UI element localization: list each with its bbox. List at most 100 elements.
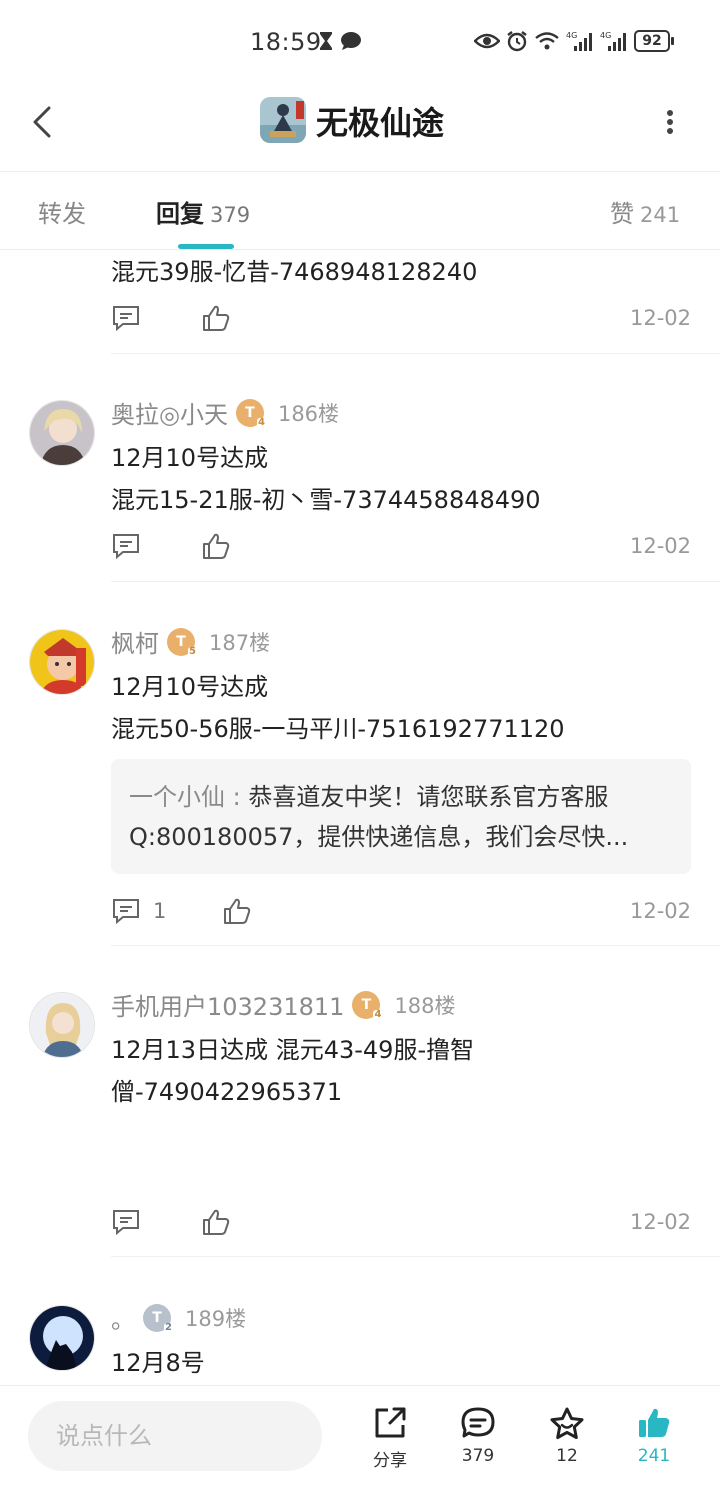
level-badge: T4 [352, 990, 383, 1020]
level-letter: T [361, 996, 372, 1013]
divider [111, 353, 720, 354]
reply-text: 混元39服-忆昔-7468948128240 [111, 258, 478, 286]
tab-bar: 转发 回复 379 赞 241 [0, 172, 720, 250]
username[interactable]: 。 [111, 1300, 135, 1335]
reply-text: 僧-7490422965371 [111, 1078, 343, 1106]
divider [111, 1256, 720, 1257]
comment-button[interactable]: 1 [111, 897, 166, 925]
avatar[interactable] [29, 1305, 95, 1371]
header-bar: 无极仙途 [0, 80, 720, 172]
wifi-icon [535, 32, 559, 50]
game-logo-icon [260, 97, 306, 143]
tab-like[interactable]: 赞 241 [610, 194, 680, 229]
like-button[interactable] [201, 304, 231, 336]
share-icon [375, 1407, 406, 1438]
share-button[interactable]: 分享 [360, 1406, 420, 1471]
level-letter: T [152, 1309, 162, 1326]
reply-date: 12-02 [629, 306, 691, 330]
tab-like-label: 赞 [610, 200, 634, 228]
star-icon [550, 1407, 584, 1439]
tab-forward[interactable]: 转发 [38, 194, 86, 229]
avatar[interactable] [29, 992, 95, 1058]
status-notification-icons [318, 31, 362, 51]
status-system-icons: 4G 4G 92 [474, 30, 674, 52]
comment-icon [113, 899, 139, 925]
favorites-count: 12 [556, 1446, 578, 1466]
thumbs-up-icon [203, 533, 230, 559]
level-badge: T5 [167, 627, 197, 657]
reply-list[interactable]: 混元39服-忆昔-7468948128240 12-02 奥拉◎小天 T4 18… [0, 250, 720, 1385]
like-button[interactable] [201, 532, 231, 564]
alarm-icon [507, 31, 527, 52]
favorite-button[interactable]: 12 [537, 1406, 597, 1466]
reply-meta: 枫柯 T5 187楼 [111, 624, 270, 659]
sub-reply-author[interactable]: 一个小仙 : [129, 783, 248, 811]
divider [111, 581, 720, 582]
reply-meta: 。 T2 189楼 [111, 1300, 246, 1335]
comment-bubble-icon [461, 1407, 495, 1438]
reply-date: 12-02 [629, 534, 691, 558]
clock-time: 18:59 [250, 28, 322, 56]
reply-actions: 12-02 [111, 1204, 691, 1244]
page-title: 无极仙途 [316, 104, 445, 142]
username[interactable]: 手机用户103231811 [111, 987, 344, 1022]
reply-text: 混元50-56服-一马平川-7516192771120 [111, 715, 565, 743]
reply-actions: 12-02 [111, 528, 691, 568]
bottom-action-bar: 说点什么 分享 379 12 241 [0, 1385, 720, 1485]
active-tab-indicator [178, 244, 234, 249]
comment-button[interactable] [111, 1208, 141, 1236]
cell-signal-icon-2: 4G [600, 31, 626, 51]
more-vertical-icon [667, 110, 673, 134]
level-number: 4 [373, 1008, 383, 1020]
level-number: 4 [256, 416, 266, 428]
reply-meta: 手机用户103231811 T4 188楼 [111, 987, 456, 1022]
reply-text: 混元15-21服-初丶雪-7374458848490 [111, 486, 541, 514]
reply-date: 12-02 [629, 899, 691, 923]
avatar[interactable] [29, 400, 95, 466]
floor-number: 186楼 [277, 401, 340, 426]
like-button[interactable] [201, 1208, 231, 1240]
thumbs-up-icon [224, 898, 251, 924]
tab-reply[interactable]: 回复 379 [156, 194, 250, 229]
level-badge: T4 [235, 398, 266, 428]
sub-reply-text-line2: Q:800180057，提供快递信息，我们会尽快... [129, 823, 629, 851]
sub-reply-preview[interactable]: 一个小仙 : 恭喜道友中奖！请您联系官方客服 Q:800180057，提供快递信… [111, 759, 691, 874]
level-letter: T [245, 404, 255, 421]
reply-actions: 12-02 [111, 300, 691, 340]
comment-button[interactable] [111, 304, 141, 332]
sub-reply-line: 一个小仙 : 恭喜道友中奖！请您联系官方客服 [129, 777, 673, 817]
avatar[interactable] [29, 629, 95, 695]
svg-text:4G: 4G [600, 31, 611, 40]
comment-input[interactable]: 说点什么 [28, 1401, 322, 1471]
cell-signal-icon: 4G [566, 31, 592, 51]
reply-text: 12月10号达成 [111, 673, 269, 701]
tab-like-count: 241 [640, 203, 681, 227]
back-button[interactable] [22, 102, 62, 142]
status-bar: 18:59 4G 4G 92 [0, 0, 720, 80]
comments-count: 379 [461, 1446, 495, 1466]
battery-indicator: 92 [634, 30, 674, 52]
tab-reply-count: 379 [210, 203, 251, 227]
eye-icon [474, 33, 500, 49]
thumbs-up-filled-icon [639, 1408, 670, 1437]
reply-actions: 1 12-02 [111, 893, 691, 933]
username[interactable]: 奥拉◎小天 [111, 395, 228, 430]
like-button[interactable] [222, 897, 252, 929]
level-number: 2 [164, 1321, 173, 1333]
sub-reply-text: 恭喜道友中奖！请您联系官方客服 [248, 783, 609, 811]
comment-button[interactable] [111, 532, 141, 560]
svg-text:4G: 4G [566, 31, 577, 40]
divider [111, 945, 720, 946]
comment-count: 1 [153, 899, 167, 923]
likes-count: 241 [637, 1446, 671, 1466]
comments-button[interactable]: 379 [448, 1406, 508, 1466]
reply-meta: 奥拉◎小天 T4 186楼 [111, 395, 339, 430]
hourglass-icon [320, 32, 332, 50]
tab-reply-label: 回复 [156, 200, 204, 228]
floor-number: 189楼 [185, 1306, 247, 1331]
thumbs-up-icon [203, 1209, 230, 1235]
like-post-button[interactable]: 241 [624, 1406, 684, 1466]
comment-icon [113, 306, 139, 332]
more-options-button[interactable] [650, 102, 690, 142]
username[interactable]: 枫柯 [111, 624, 159, 659]
